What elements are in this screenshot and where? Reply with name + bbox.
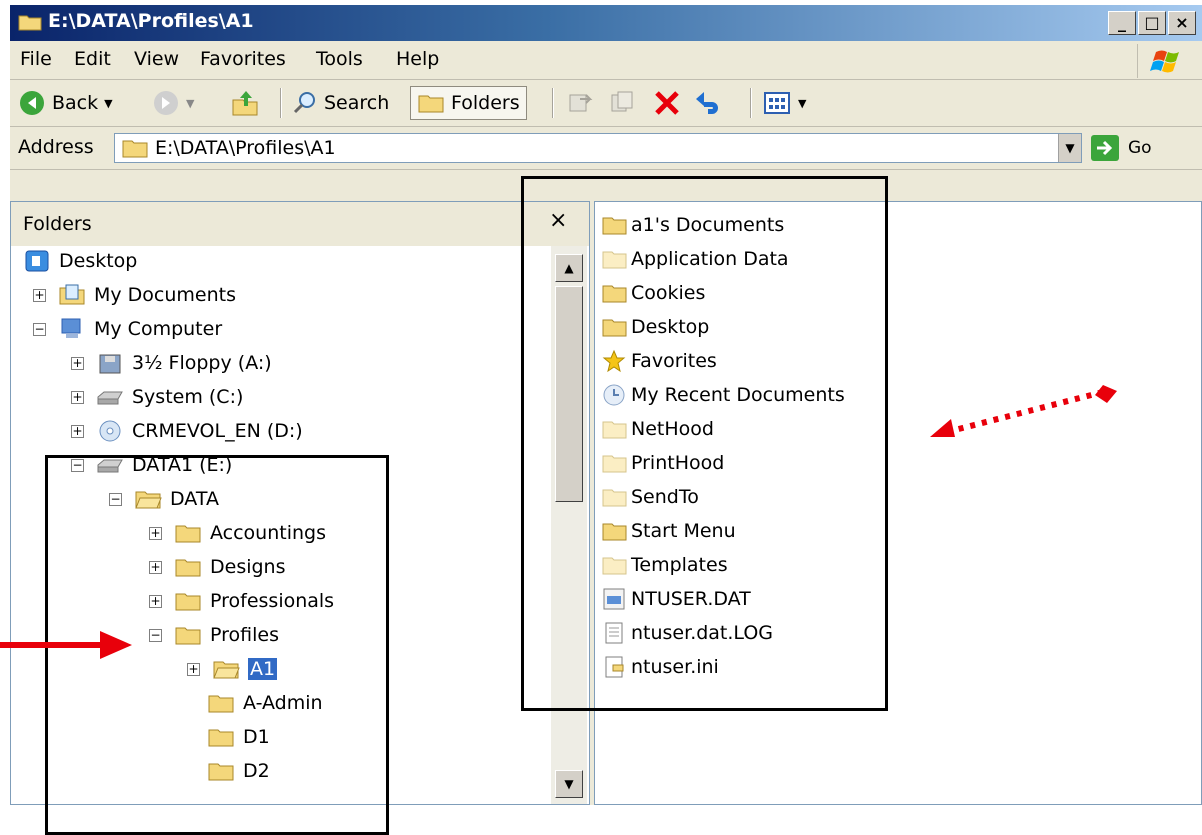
expand-icon[interactable]: + <box>33 288 46 302</box>
toolbar: Back ▼ ▼ Search Folders ▼ <box>10 80 1202 127</box>
folders-pane-header: Folders × <box>11 202 589 246</box>
cd-drive-icon <box>99 420 121 442</box>
my-documents-icon <box>59 284 85 305</box>
window-title: E:\DATA\Profiles\A1 <box>48 10 254 32</box>
collapse-icon[interactable]: − <box>33 322 46 336</box>
expand-icon[interactable]: + <box>71 356 84 370</box>
menu-tools[interactable]: Tools <box>316 48 363 70</box>
copy-to-button[interactable] <box>608 86 636 120</box>
tree-item[interactable]: − My Computer <box>33 314 222 344</box>
red-arrow-annotation <box>0 631 132 659</box>
toolbar-separator <box>750 88 752 118</box>
folders-icon <box>418 95 444 113</box>
move-to-button[interactable] <box>566 86 594 120</box>
tree-item[interactable]: Desktop <box>23 246 137 276</box>
chevron-down-icon[interactable]: ▼ <box>186 97 194 110</box>
tree-item-label: My Documents <box>94 284 237 306</box>
address-value: E:\DATA\Profiles\A1 <box>155 137 336 159</box>
tree-item-label: CRMEVOL_EN (D:) <box>132 420 303 442</box>
red-dotted-double-arrow-annotation <box>930 385 1117 437</box>
tree-item[interactable]: + CRMEVOL_EN (D:) <box>71 416 303 446</box>
address-input[interactable]: E:\DATA\Profiles\A1 ▼ <box>114 133 1082 163</box>
address-label: Address <box>18 136 94 158</box>
chevron-down-icon[interactable]: ▼ <box>104 97 112 110</box>
back-arrow-icon <box>20 91 44 115</box>
search-icon <box>293 92 315 114</box>
toolbar-separator <box>280 88 282 118</box>
delete-button[interactable] <box>652 86 682 120</box>
forward-arrow-icon <box>154 91 178 115</box>
menu-bar: File Edit View Favorites Tools Help <box>10 41 1202 80</box>
minimize-button[interactable]: _ <box>1108 11 1136 35</box>
menu-help[interactable]: Help <box>396 48 439 70</box>
folder-icon <box>18 15 42 31</box>
close-button[interactable]: × <box>1168 11 1196 35</box>
up-folder-button[interactable] <box>230 86 260 120</box>
expand-icon[interactable]: + <box>71 390 84 404</box>
views-button[interactable]: ▼ <box>762 86 806 120</box>
open-folder-icon <box>122 140 148 158</box>
back-button[interactable]: Back ▼ <box>18 86 113 120</box>
tree-item-label: My Computer <box>94 318 223 340</box>
search-button[interactable]: Search <box>292 86 389 120</box>
tree-item-label: Desktop <box>59 250 138 272</box>
drive-icon <box>97 391 123 405</box>
address-bar: Address E:\DATA\Profiles\A1 ▼ Go <box>10 127 1202 170</box>
annotation-box-files <box>521 176 888 711</box>
tree-item-label: System (C:) <box>132 386 244 408</box>
windows-logo-icon <box>1137 44 1196 78</box>
up-folder-icon <box>232 91 258 116</box>
floppy-icon <box>99 354 121 374</box>
forward-button[interactable]: ▼ <box>152 86 194 120</box>
toolbar-separator <box>552 88 554 118</box>
scroll-down-button[interactable]: ▼ <box>555 770 583 798</box>
go-arrow-icon <box>1091 135 1119 161</box>
tree-item-label: 3½ Floppy (A:) <box>132 352 272 374</box>
folders-pane-title: Folders <box>23 213 92 235</box>
go-button[interactable]: Go <box>1090 133 1152 163</box>
menu-favorites[interactable]: Favorites <box>200 48 286 70</box>
title-bar[interactable]: E:\DATA\Profiles\A1 _ □ × <box>10 5 1202 41</box>
maximize-button[interactable]: □ <box>1138 11 1166 35</box>
folders-label: Folders <box>451 92 520 114</box>
chevron-down-icon[interactable]: ▼ <box>798 97 806 110</box>
desktop-icon <box>25 250 49 272</box>
tree-item[interactable]: +3½ Floppy (A:) <box>71 348 272 378</box>
go-label: Go <box>1128 138 1152 158</box>
tree-item[interactable]: + My Documents <box>33 280 236 310</box>
delete-x-icon <box>655 91 679 115</box>
views-icon <box>764 92 790 114</box>
copy-to-icon <box>611 91 633 112</box>
my-computer-icon <box>61 318 81 338</box>
move-to-icon <box>569 94 593 112</box>
menu-file[interactable]: File <box>20 48 52 70</box>
undo-button[interactable] <box>694 86 726 120</box>
undo-icon <box>696 92 718 114</box>
expand-icon[interactable]: + <box>71 424 84 438</box>
address-dropdown-button[interactable]: ▼ <box>1058 134 1081 162</box>
back-label: Back <box>52 92 99 114</box>
tree-item[interactable]: + System (C:) <box>71 382 243 412</box>
folders-button[interactable]: Folders <box>410 86 527 120</box>
search-label: Search <box>324 92 390 114</box>
menu-view[interactable]: View <box>134 48 179 70</box>
menu-edit[interactable]: Edit <box>74 48 111 70</box>
